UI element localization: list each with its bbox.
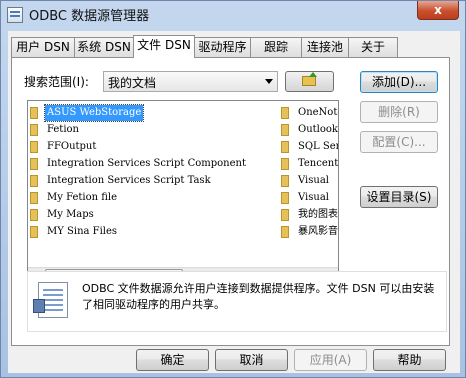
title-bar[interactable]: ODBC 数据源管理器 x	[1, 1, 465, 31]
tab-strip: 用户 DSN 系统 DSN 文件 DSN 驱动程序 跟踪 连接池 关于	[11, 35, 460, 58]
dialog-client: 用户 DSN 系统 DSN 文件 DSN 驱动程序 跟踪 连接池 关于 搜索范围…	[8, 31, 460, 373]
tab-file-dsn[interactable]: 文件 DSN	[133, 35, 195, 58]
folder-icon	[281, 175, 289, 187]
folder-icon	[281, 107, 289, 119]
tab-about[interactable]: 关于	[348, 37, 398, 57]
folder-icon	[281, 141, 289, 153]
lookin-dropdown[interactable]: 我的文档	[103, 71, 278, 92]
tab-drivers[interactable]: 驱动程序	[194, 37, 251, 57]
add-button[interactable]: 添加(D)...	[360, 71, 438, 93]
lookin-value: 我的文档	[108, 76, 157, 90]
folder-icon	[30, 192, 38, 204]
description-box: ODBC 文件数据源允许用户连接到数据提供程序。文件 DSN 可以由安装了相同驱…	[27, 271, 447, 332]
help-button[interactable]: 帮助	[373, 349, 446, 371]
chevron-down-icon	[265, 79, 273, 84]
description-text: ODBC 文件数据源允许用户连接到数据提供程序。文件 DSN 可以由安装了相同驱…	[82, 282, 435, 311]
file-dsn-info-icon	[33, 282, 68, 318]
folder-up-icon	[302, 72, 317, 86]
folder-icon	[30, 141, 38, 153]
set-directory-button[interactable]: 设置目录(S)	[360, 186, 438, 208]
folder-icon	[281, 226, 289, 238]
folder-icon	[281, 124, 289, 136]
folder-icon	[30, 209, 38, 221]
tab-system-dsn[interactable]: 系统 DSN	[74, 37, 134, 57]
folder-icon	[281, 158, 289, 170]
tab-tracing[interactable]: 跟踪	[250, 37, 302, 57]
folder-icon	[281, 192, 289, 204]
folder-icon	[30, 158, 38, 170]
configure-button[interactable]: 配置(C)...	[360, 131, 438, 153]
lookin-label: 搜索范围(I):	[24, 75, 89, 89]
folder-icon	[30, 226, 38, 238]
folder-icon	[281, 209, 289, 221]
tab-user-dsn[interactable]: 用户 DSN	[11, 37, 75, 57]
close-button[interactable]: x	[417, 1, 459, 20]
odbc-window: ODBC 数据源管理器 x 用户 DSN 系统 DSN 文件 DSN 驱动程序 …	[0, 0, 466, 378]
cancel-button[interactable]: 取消	[215, 349, 288, 371]
ok-button[interactable]: 确定	[136, 349, 209, 371]
folder-icon	[30, 107, 38, 119]
apply-button[interactable]: 应用(A)	[294, 349, 367, 371]
folder-icon	[30, 175, 38, 187]
file-dsn-list[interactable]: ASUS WebStorage Fetion FFOutput Integrat…	[27, 100, 339, 285]
remove-button[interactable]: 删除(R)	[360, 101, 438, 123]
window-title: ODBC 数据源管理器	[29, 9, 150, 24]
tab-connection-pooling[interactable]: 连接池	[301, 37, 349, 57]
folder-icon	[30, 124, 38, 136]
odbc-app-icon	[7, 7, 23, 23]
up-one-level-button[interactable]	[285, 71, 334, 92]
